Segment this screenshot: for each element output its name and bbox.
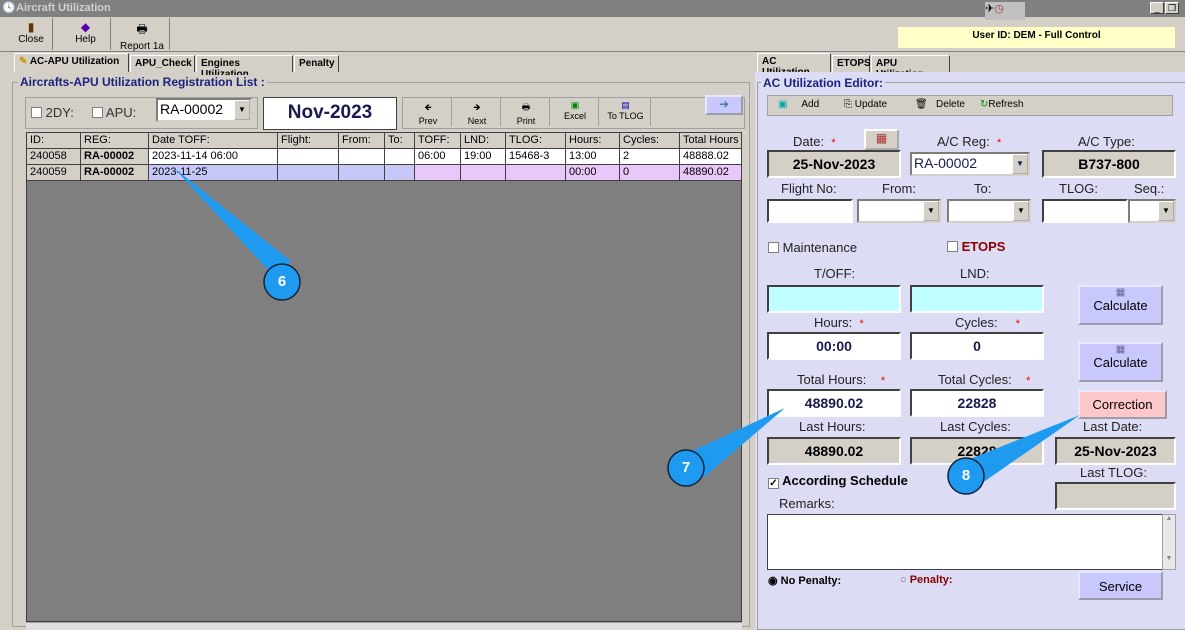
callout-6-label: 6	[277, 273, 287, 290]
callout-7-label: 7	[681, 459, 691, 476]
callout-8-label: 8	[961, 467, 971, 484]
callout-6-pointer	[174, 168, 292, 270]
callout-pointers	[174, 168, 1080, 495]
